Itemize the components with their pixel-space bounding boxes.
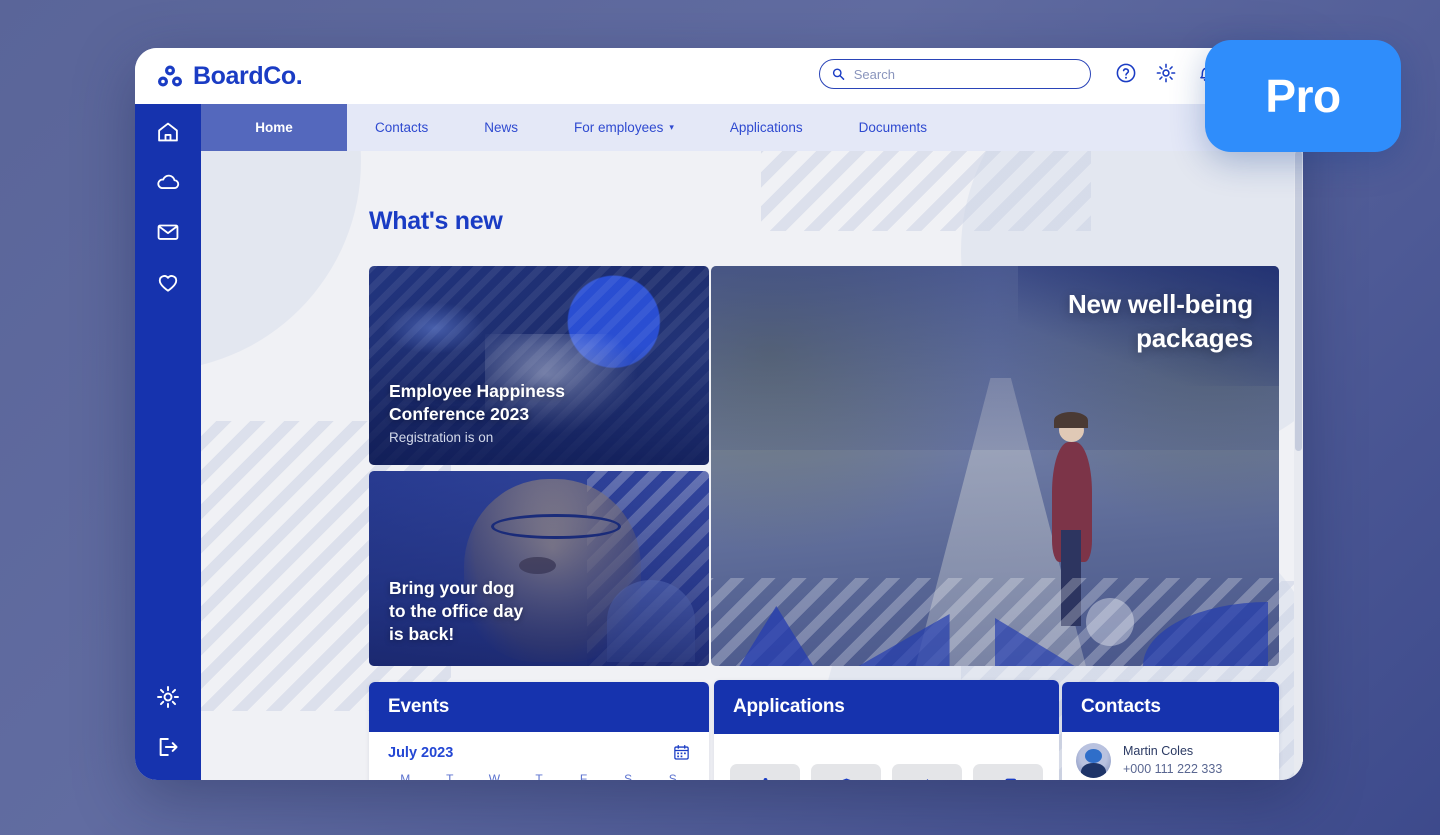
avatar bbox=[1076, 742, 1111, 778]
application-tiles: My profile Safe Ag J bbox=[714, 734, 1059, 780]
widget-applications: Applications My profile bbox=[714, 680, 1059, 780]
nav-label: News bbox=[484, 120, 519, 135]
mail-icon[interactable] bbox=[155, 219, 181, 245]
jira-diamond-icon bbox=[919, 779, 935, 780]
card-employee-happiness[interactable]: Employee Happiness Conference 2023 Regis… bbox=[369, 266, 709, 465]
calendar-dow: F bbox=[579, 772, 588, 780]
rail-top-group bbox=[155, 119, 181, 295]
widget-events: Events July 2023 M T W T F S S bbox=[369, 682, 709, 780]
rail-bottom-group bbox=[155, 684, 181, 760]
card-text: Employee Happiness Conference 2023 Regis… bbox=[389, 380, 565, 445]
widget-title: Events bbox=[369, 682, 709, 732]
calendar-dow: S bbox=[624, 772, 633, 780]
help-icon[interactable] bbox=[1115, 62, 1137, 84]
home-icon[interactable] bbox=[155, 119, 181, 145]
top-bar: BoardCo. bbox=[135, 48, 1303, 104]
main-content: What's new Employee Happiness Conference… bbox=[201, 151, 1303, 780]
app-tile-jira[interactable]: Jira bbox=[892, 764, 962, 780]
nav-label: Contacts bbox=[375, 120, 429, 135]
nav-item-contacts[interactable]: Contacts bbox=[347, 104, 456, 151]
nav-label: For employees bbox=[574, 120, 664, 135]
calendar-month: July 2023 bbox=[388, 744, 454, 761]
nav-item-applications[interactable]: Applications bbox=[702, 104, 831, 151]
nav-label: Documents bbox=[858, 120, 927, 135]
card-well-being[interactable]: New well-being packages bbox=[711, 266, 1279, 666]
nav-item-documents[interactable]: Documents bbox=[831, 104, 955, 151]
card-heading-line1: New well-being bbox=[1067, 289, 1253, 319]
shield-icon bbox=[842, 778, 850, 780]
app-window: BoardCo. Search Home Contacts News For e… bbox=[135, 48, 1303, 780]
nav-item-home[interactable]: Home bbox=[201, 104, 347, 151]
search-icon bbox=[832, 68, 845, 80]
main-navigation: Home Contacts News For employees ▾ Appli… bbox=[201, 104, 1303, 151]
widget-title: Contacts bbox=[1062, 682, 1279, 732]
gear-icon[interactable] bbox=[1155, 62, 1177, 84]
person-icon bbox=[763, 777, 767, 780]
nav-item-for-employees[interactable]: For employees ▾ bbox=[546, 104, 702, 151]
chevron-down-icon: ▾ bbox=[669, 122, 674, 132]
brand[interactable]: BoardCo. bbox=[157, 61, 303, 91]
search-input[interactable] bbox=[853, 66, 1078, 82]
whats-new-cards: Employee Happiness Conference 2023 Regis… bbox=[369, 266, 1279, 666]
nav-label: Home bbox=[255, 120, 293, 135]
search-box[interactable] bbox=[819, 59, 1091, 89]
app-tile-wall[interactable]: Wall bbox=[973, 764, 1043, 780]
heart-icon[interactable] bbox=[155, 269, 181, 295]
page-title: What's new bbox=[369, 207, 503, 235]
card-subtitle: Registration is on bbox=[389, 430, 494, 445]
calendar-dow: T bbox=[446, 772, 454, 780]
calendar-grid: M T W T F S S 1 2 3 4 5 6 bbox=[369, 767, 709, 780]
contact-phone: +000 111 222 333 bbox=[1123, 762, 1223, 777]
widget-contacts: Contacts Martin Coles +000 111 222 333 bbox=[1062, 682, 1279, 780]
vertical-scrollbar[interactable] bbox=[1294, 151, 1303, 780]
card-heading-line2: packages bbox=[1136, 322, 1253, 353]
calendar-dow: T bbox=[535, 772, 543, 780]
logout-icon[interactable] bbox=[155, 734, 181, 760]
left-rail bbox=[135, 104, 201, 780]
nav-item-news[interactable]: News bbox=[456, 104, 546, 151]
app-tile-safe-ag[interactable]: Safe Ag bbox=[811, 764, 881, 780]
atom-logo-icon bbox=[158, 65, 182, 87]
app-tile-my-profile[interactable]: My profile bbox=[730, 764, 800, 780]
brand-name: BoardCo. bbox=[193, 61, 303, 90]
contact-row[interactable]: Martin Coles +000 111 222 333 bbox=[1062, 732, 1279, 780]
calendar-dow: W bbox=[488, 772, 501, 780]
calendar-dow: M bbox=[400, 772, 411, 780]
calendar-dow: S bbox=[668, 772, 677, 780]
scrollbar-thumb[interactable] bbox=[1295, 151, 1302, 451]
gear-icon[interactable] bbox=[155, 684, 181, 710]
calendar-icon[interactable] bbox=[673, 744, 690, 761]
card-heading-line1: Bring your dog bbox=[389, 577, 515, 598]
nav-label: Applications bbox=[729, 120, 803, 135]
card-heading-line3: is back! bbox=[389, 623, 455, 644]
card-text: Bring your dog to the office day is back… bbox=[389, 577, 523, 646]
contact-name: Martin Coles bbox=[1123, 744, 1194, 758]
card-heading-line1: Employee Happiness bbox=[389, 380, 566, 401]
layers-icon bbox=[1005, 778, 1016, 780]
card-bring-your-dog[interactable]: Bring your dog to the office day is back… bbox=[369, 471, 709, 666]
pro-badge[interactable]: Pro bbox=[1205, 40, 1401, 152]
card-heading-line2: to the office day bbox=[389, 600, 524, 621]
widget-title: Applications bbox=[714, 680, 1059, 734]
card-big-text: New well-being packages bbox=[1068, 288, 1253, 356]
calendar-header: July 2023 bbox=[369, 732, 709, 767]
card-heading-line2: Conference 2023 bbox=[389, 403, 530, 424]
header-icon-group bbox=[1115, 62, 1217, 84]
cloud-icon[interactable] bbox=[155, 169, 181, 195]
